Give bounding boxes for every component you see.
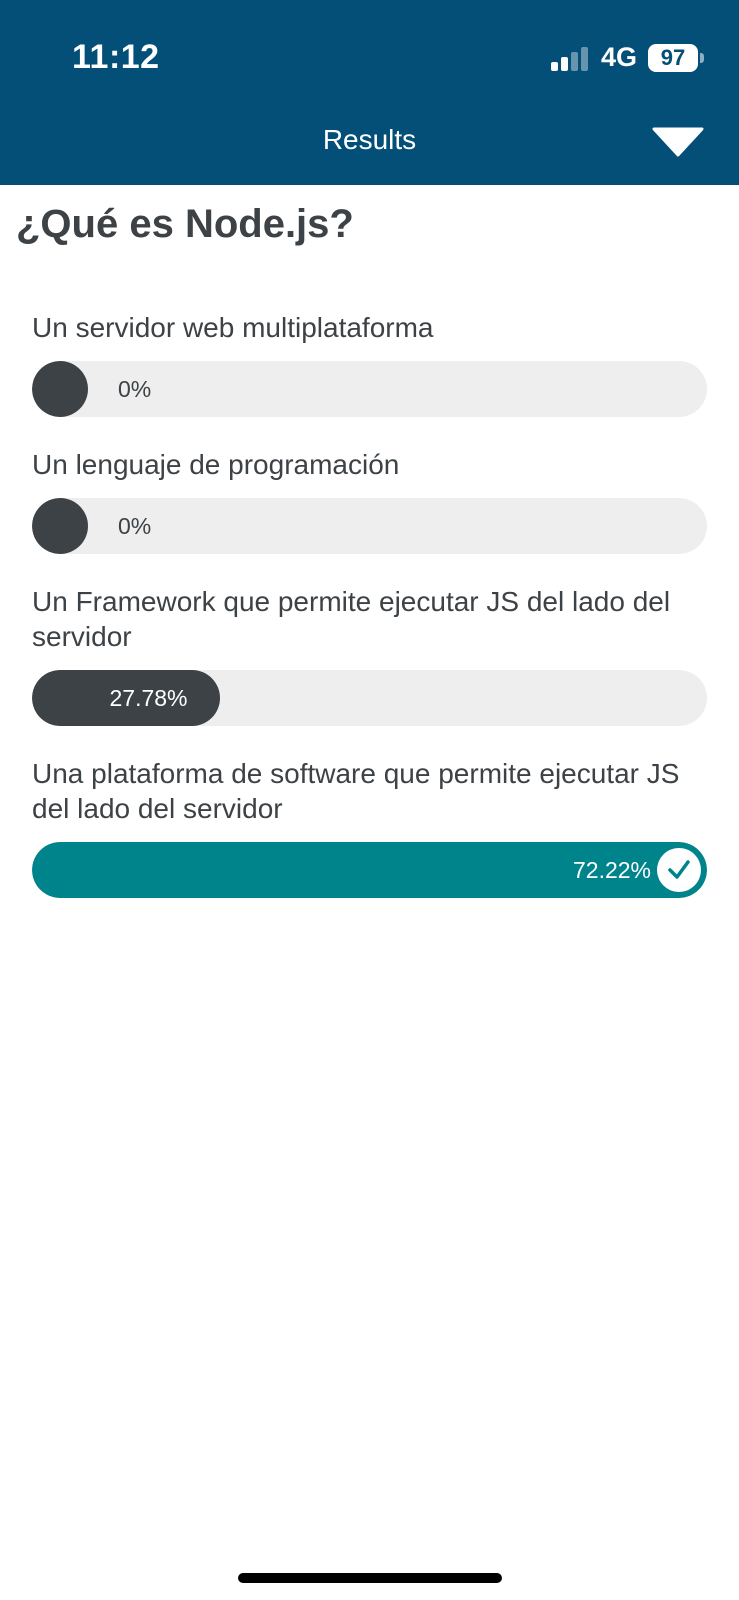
network-type: 4G xyxy=(601,42,638,72)
option-label: Una plataforma de software que permite e… xyxy=(32,758,680,824)
result-bar: 0% xyxy=(32,498,707,554)
home-indicator[interactable] xyxy=(238,1573,502,1583)
results-list: Un servidor web multiplataforma 0% Un le… xyxy=(32,310,707,928)
check-circle-icon xyxy=(657,848,701,892)
option-label: Un lenguaje de programación xyxy=(32,449,400,480)
result-option: Una plataforma de software que permite e… xyxy=(32,756,707,898)
result-percent: 27.78% xyxy=(109,685,188,711)
page-title: Results xyxy=(322,124,417,155)
result-bar-fill xyxy=(32,498,88,554)
result-percent: 0% xyxy=(118,513,152,539)
result-option: Un lenguaje de programación 0% xyxy=(32,447,707,554)
result-option: Un Framework que permite ejecutar JS del… xyxy=(32,584,707,726)
result-percent: 0% xyxy=(118,376,152,402)
question-title: ¿Qué es Node.js? xyxy=(16,202,354,246)
signal-icon xyxy=(551,47,593,71)
option-label: Un Framework que permite ejecutar JS del… xyxy=(32,586,671,652)
result-percent: 72.22% xyxy=(572,857,651,883)
battery-level: 97 xyxy=(660,45,686,70)
chevron-down-icon[interactable] xyxy=(652,127,704,157)
result-bar-fill xyxy=(32,361,88,417)
battery-cap xyxy=(700,53,704,63)
result-bar: 72.22% xyxy=(32,842,707,898)
option-label: Un servidor web multiplataforma xyxy=(32,312,434,343)
battery-icon: 97 xyxy=(648,44,698,72)
result-bar: 0% xyxy=(32,361,707,417)
result-bar: 27.78% xyxy=(32,670,707,726)
status-time: 11:12 xyxy=(72,38,160,76)
result-option: Un servidor web multiplataforma 0% xyxy=(32,310,707,417)
app-header: 11:12 4G 97 Results xyxy=(0,0,739,185)
